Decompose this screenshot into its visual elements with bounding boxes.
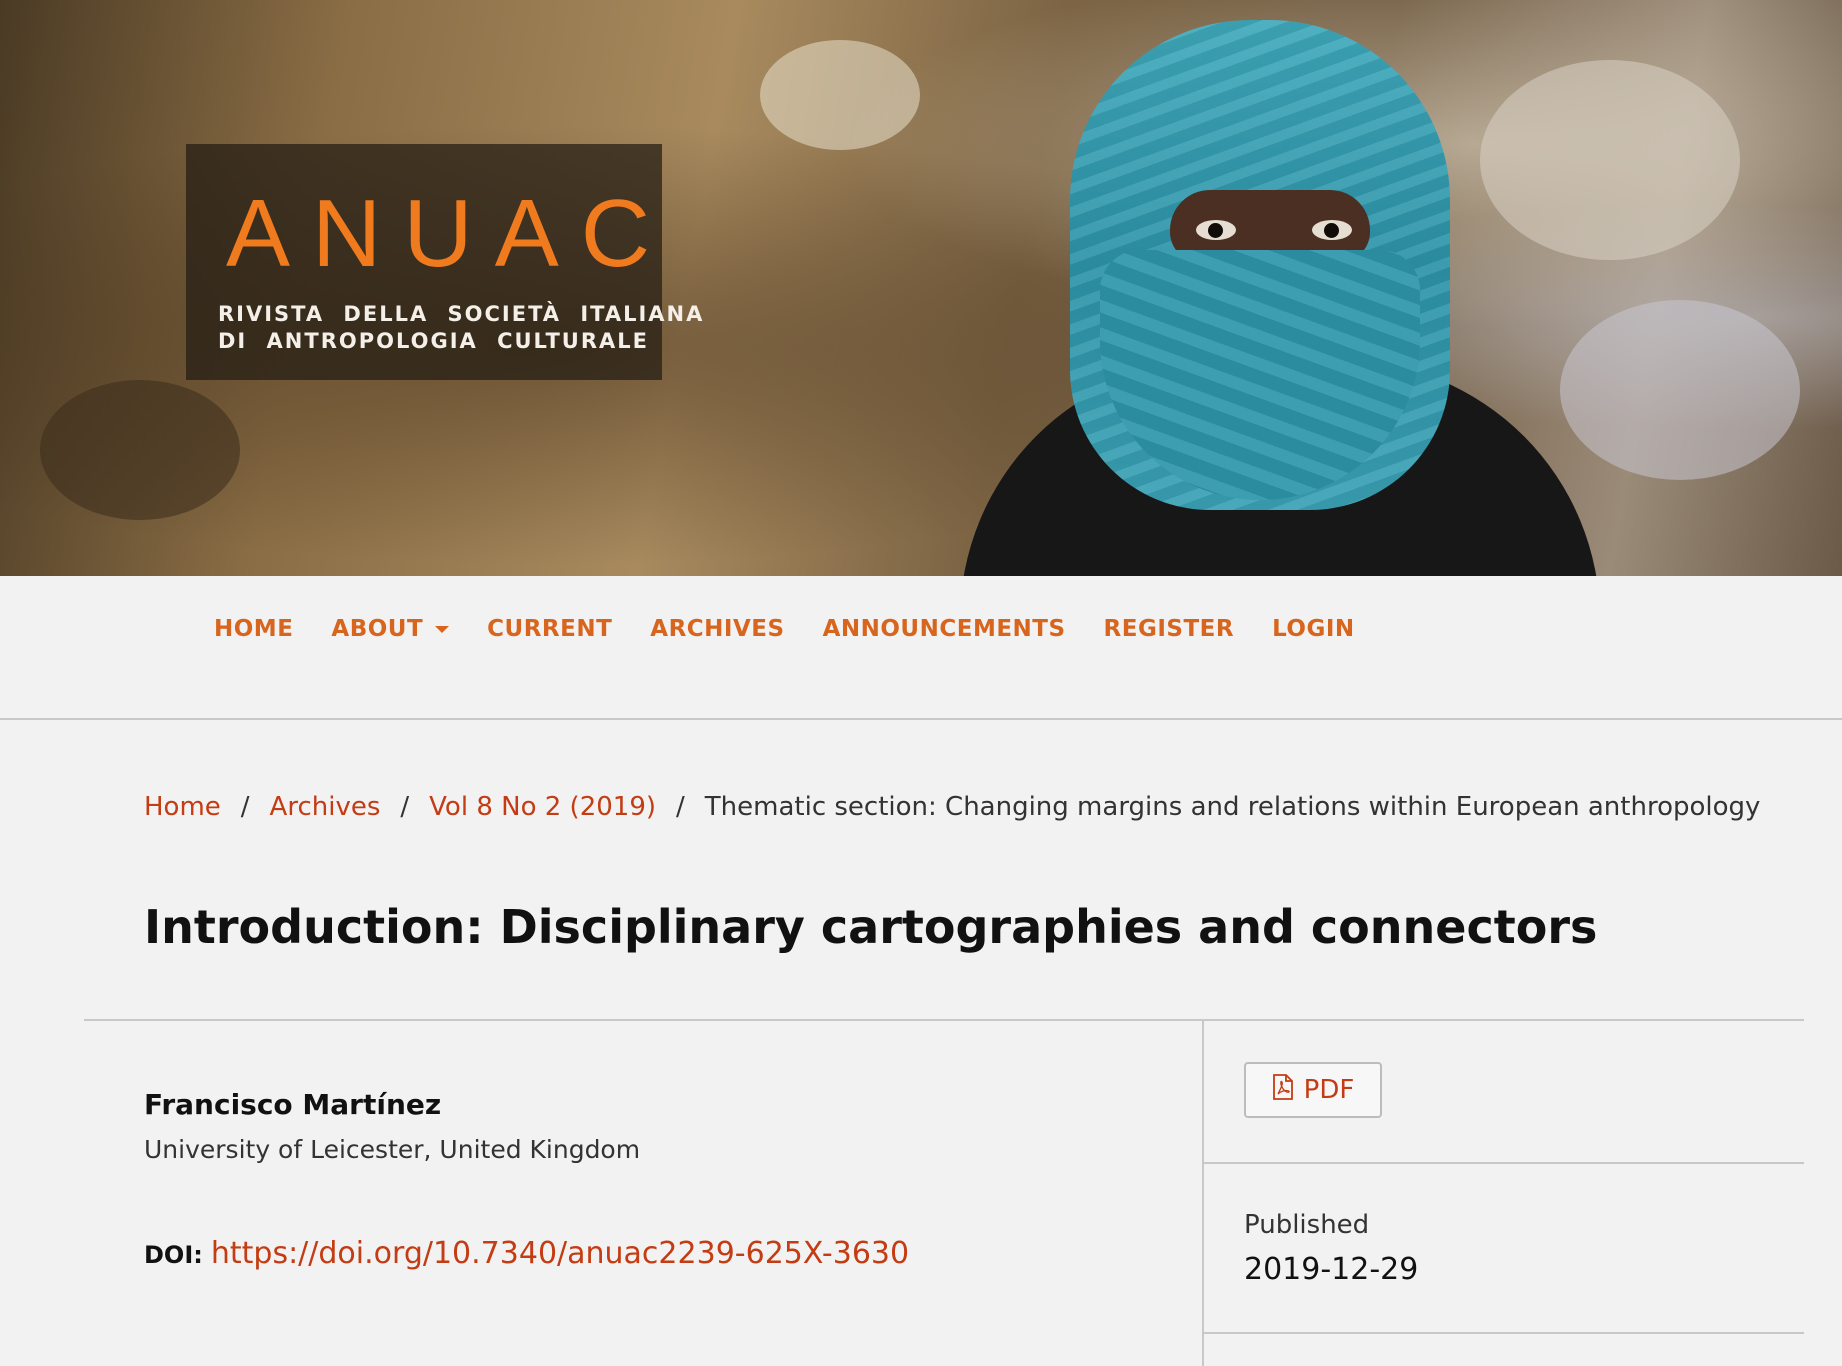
banner-eye	[1312, 220, 1352, 240]
divider	[1204, 1332, 1804, 1334]
banner-texture	[40, 380, 240, 520]
page-title: Introduction: Disciplinary cartographies…	[144, 900, 1598, 954]
divider	[1204, 1162, 1804, 1164]
breadcrumb-separator: /	[400, 792, 410, 822]
doi: DOI: https://doi.org/10.7340/anuac2239-62…	[144, 1236, 909, 1271]
doi-label: DOI:	[144, 1241, 203, 1269]
breadcrumb-current: Thematic section: Changing margins and r…	[704, 792, 1761, 822]
chevron-down-icon	[435, 625, 450, 633]
doi-link[interactable]: https://doi.org/10.7340/anuac2239-625X-3…	[211, 1236, 909, 1271]
breadcrumb-archives-link[interactable]: Archives	[270, 792, 381, 822]
banner-texture	[1560, 300, 1800, 480]
primary-nav: HOME ABOUT CURRENT ARCHIVES ANNOUNCEMENT…	[0, 576, 1842, 720]
site-logo[interactable]: ANUAC RIVISTA DELLA SOCIETÀ ITALIANA DI …	[186, 144, 705, 380]
published-date: 2019-12-29	[1244, 1252, 1419, 1287]
nav-item-label: ARCHIVES	[650, 616, 785, 642]
pdf-download-button[interactable]: PDF	[1244, 1062, 1382, 1118]
nav-item-announcements[interactable]: ANNOUNCEMENTS	[823, 616, 1066, 642]
breadcrumb-separator: /	[676, 792, 685, 822]
pdf-button-label: PDF	[1303, 1075, 1355, 1105]
nav-item-label: ANNOUNCEMENTS	[822, 616, 1066, 642]
author-name: Francisco Martínez	[144, 1088, 442, 1121]
published-label: Published	[1244, 1210, 1370, 1240]
nav-item-archives[interactable]: ARCHIVES	[650, 616, 784, 642]
nav-item-label: CURRENT	[487, 616, 613, 642]
nav-list: HOME ABOUT CURRENT ARCHIVES ANNOUNCEMENT…	[214, 616, 1393, 642]
breadcrumb-separator: /	[240, 792, 250, 822]
pdf-icon	[1272, 1073, 1294, 1107]
nav-item-home[interactable]: HOME	[214, 616, 293, 642]
column-divider	[1202, 1020, 1204, 1366]
header-banner: ANUAC RIVISTA DELLA SOCIETÀ ITALIANA DI …	[0, 0, 1842, 576]
nav-item-login[interactable]: LOGIN	[1272, 616, 1355, 642]
nav-item-label: LOGIN	[1272, 616, 1355, 642]
banner-eye	[1196, 220, 1236, 240]
logo-subtitle-line1: RIVISTA DELLA SOCIETÀ ITALIANA	[218, 302, 705, 326]
logo-title: ANUAC	[226, 180, 673, 287]
nav-item-register[interactable]: REGISTER	[1104, 616, 1235, 642]
author-affiliation: University of Leicester, United Kingdom	[144, 1135, 641, 1164]
nav-item-label: REGISTER	[1103, 616, 1235, 642]
nav-item-about[interactable]: ABOUT	[331, 616, 450, 642]
banner-texture	[760, 40, 920, 150]
breadcrumb: Home / Archives / Vol 8 No 2 (2019) / Thematic…	[144, 792, 1760, 822]
nav-item-label: HOME	[214, 616, 294, 642]
nav-item-current[interactable]: CURRENT	[487, 616, 612, 642]
divider	[84, 1019, 1804, 1021]
logo-subtitle-line2: DI ANTROPOLOGIA CULTURALE	[218, 329, 649, 353]
breadcrumb-issue-link[interactable]: Vol 8 No 2 (2019)	[429, 792, 656, 822]
breadcrumb-home-link[interactable]: Home	[144, 792, 221, 822]
nav-item-label: ABOUT	[331, 616, 424, 642]
banner-texture	[1480, 60, 1740, 260]
